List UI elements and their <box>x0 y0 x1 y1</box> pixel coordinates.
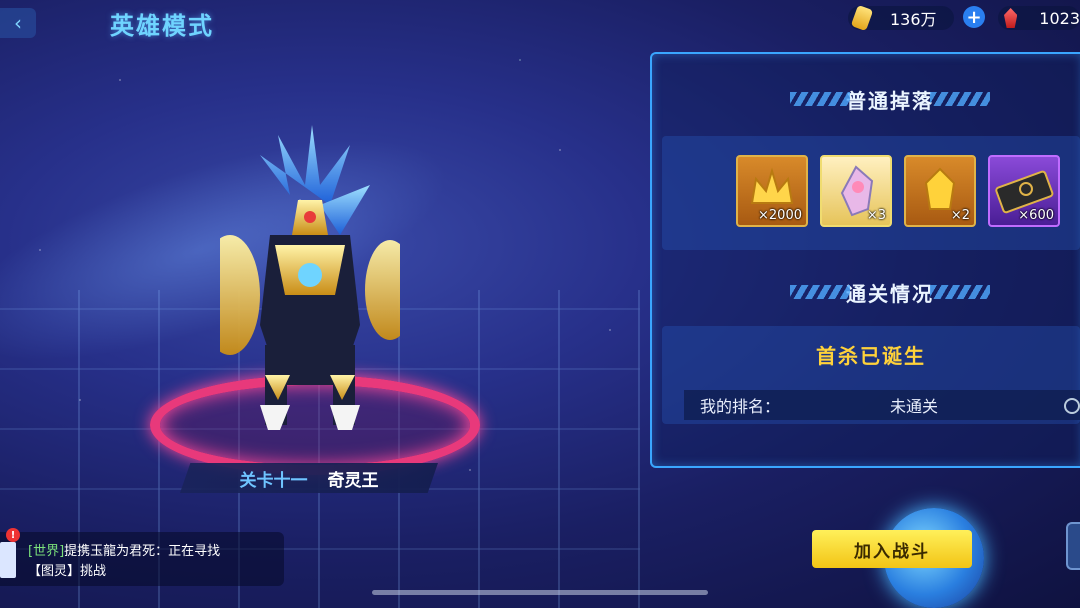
red-gem-icon <box>1004 8 1018 28</box>
gem-amount: 1023 <box>1039 8 1080 28</box>
chat-message-line-2: 【图灵】挑战 <box>28 564 107 579</box>
chat-robot-icon <box>0 542 16 578</box>
stage-number: 关卡十一 <box>239 470 308 491</box>
world-chat-bar[interactable]: ! [世界]提携玉龍为君死：正在寻找 【图灵】挑战 <box>0 528 284 586</box>
drops-title-text: 普通掉落 <box>846 88 934 113</box>
drops-section-title: 普通掉落 <box>790 86 990 113</box>
page-title: 英雄模式 <box>110 12 214 40</box>
stage-label: 关卡十一 奇灵王 <box>180 463 438 493</box>
boss-name: 奇灵王 <box>327 470 379 491</box>
clear-status-section-title: 通关情况 <box>790 279 990 306</box>
gold-amount: 136万 <box>890 10 937 29</box>
join-battle-button[interactable]: 加入战斗 <box>812 530 972 568</box>
gold-ingot-icon <box>850 4 874 32</box>
drop-item-crown[interactable]: ×2000 <box>736 155 808 227</box>
drop-item-count: ×600 <box>1018 208 1054 223</box>
title-decoration-right <box>930 92 990 106</box>
title-decoration-left <box>790 285 850 299</box>
title-decoration-right <box>930 285 990 299</box>
rank-label: 我的排名： <box>700 397 781 416</box>
drop-item-crystal[interactable]: ×3 <box>820 155 892 227</box>
boss-creature-image <box>220 125 400 430</box>
drop-item-count: ×2 <box>950 208 970 223</box>
add-gold-button[interactable]: + <box>963 6 985 28</box>
title-decoration-left <box>790 92 850 106</box>
drop-item-ticket[interactable]: ×600 <box>988 155 1060 227</box>
alert-badge-icon: ! <box>6 528 20 542</box>
plus-icon: + <box>966 6 982 28</box>
home-indicator[interactable] <box>372 590 708 595</box>
first-kill-text: 首杀已诞生 <box>816 344 926 368</box>
drop-item-count: ×3 <box>866 208 886 223</box>
chevron-left-icon: ‹ <box>14 11 22 35</box>
back-button[interactable]: ‹ <box>0 8 36 38</box>
clear-status-title-text: 通关情况 <box>846 281 934 306</box>
chat-message-text: 提携玉龍为君死：正在寻找 <box>64 544 221 559</box>
chat-channel: [世界] <box>28 544 65 559</box>
rank-value: 未通关 <box>890 397 939 416</box>
gem-display: 1023 <box>998 6 1080 30</box>
gold-display: 136万 <box>848 4 954 32</box>
search-icon[interactable] <box>1064 398 1080 414</box>
drop-item-count: ×2000 <box>758 208 802 223</box>
hero-display <box>150 115 480 475</box>
chat-message-line-1: [世界]提携玉龍为君死：正在寻找 <box>28 540 220 559</box>
side-menu-button[interactable] <box>1066 522 1080 570</box>
drop-item-gold-gem[interactable]: ×2 <box>904 155 976 227</box>
my-rank-row: 我的排名： 未通关 <box>684 390 1080 420</box>
